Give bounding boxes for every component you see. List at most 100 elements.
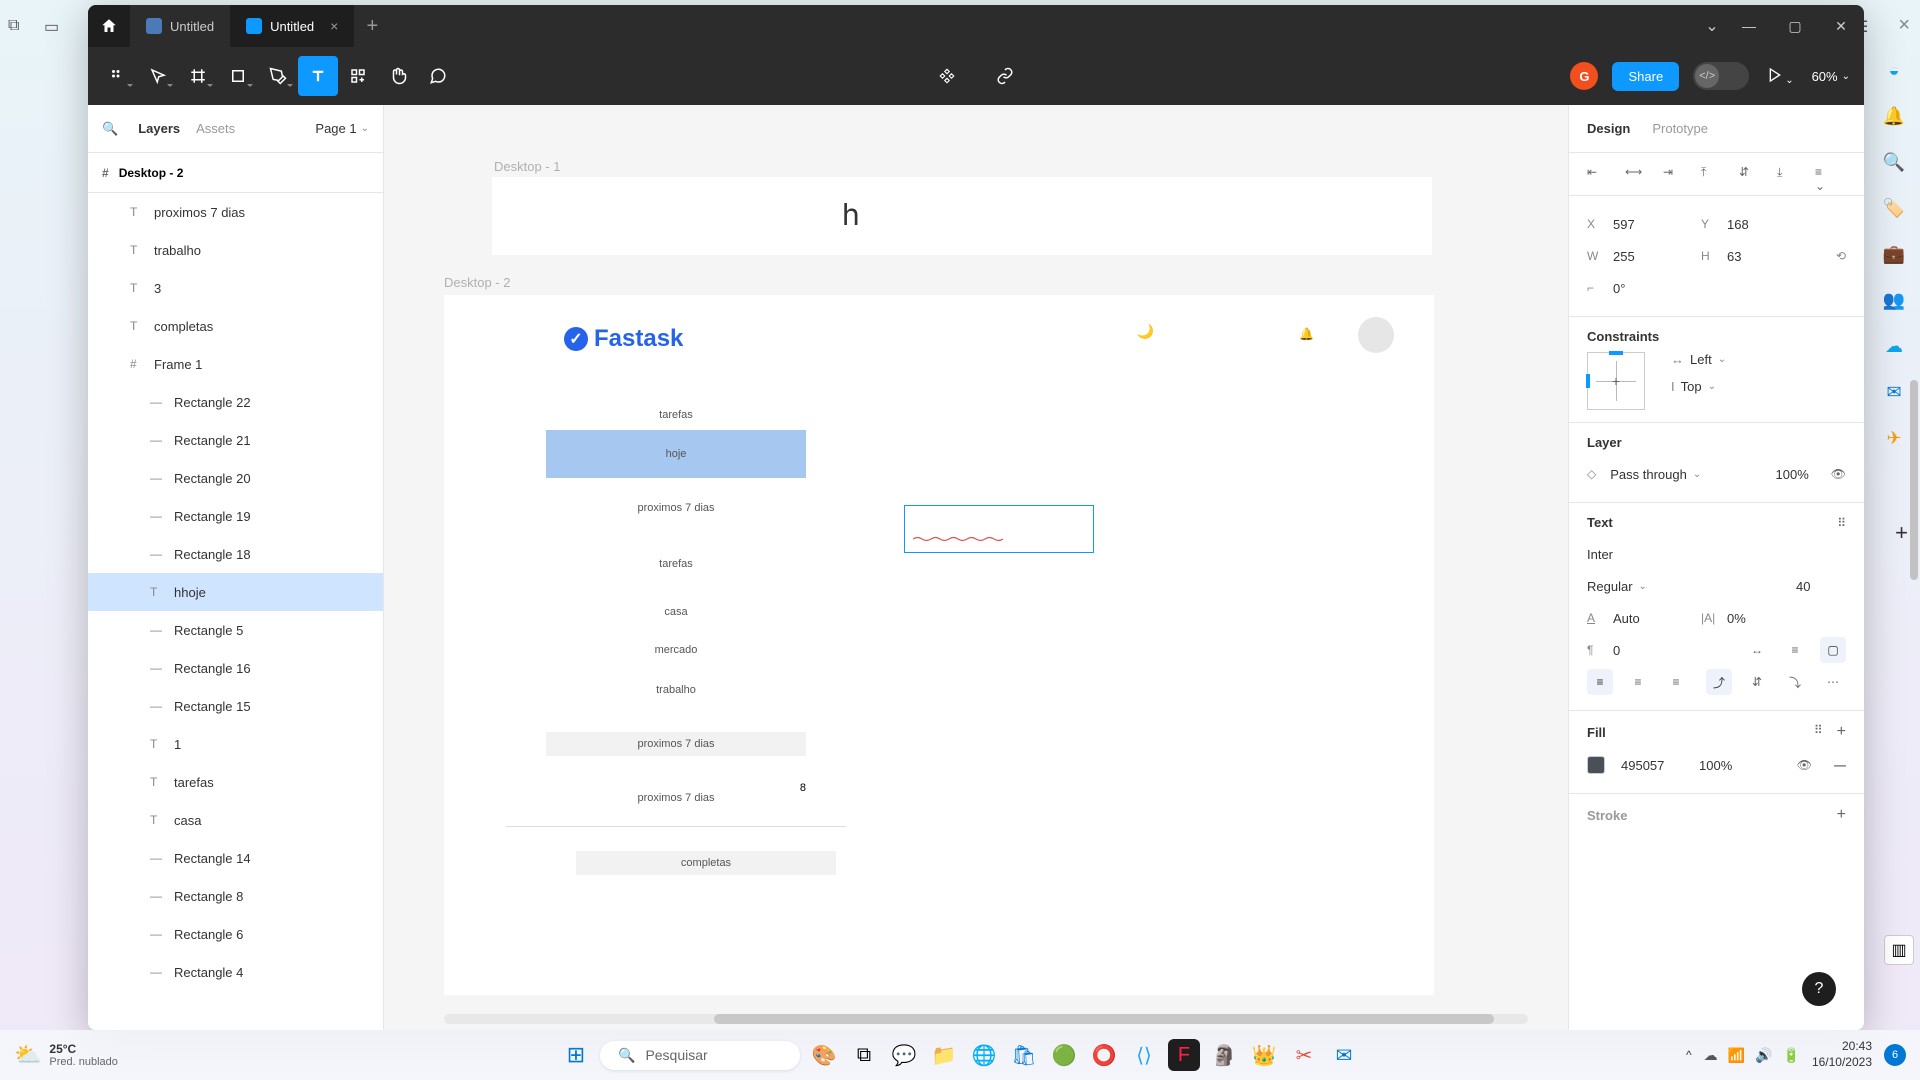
opera-icon[interactable]: ⭕ bbox=[1088, 1039, 1120, 1071]
figma-home-button[interactable] bbox=[88, 5, 130, 47]
component-icon[interactable] bbox=[927, 56, 967, 96]
user-avatar[interactable]: G bbox=[1570, 62, 1598, 90]
pen-tool[interactable] bbox=[258, 56, 298, 96]
start-button[interactable]: ⊞ bbox=[560, 1039, 592, 1071]
align-v-center-icon[interactable]: ⇵ bbox=[1739, 165, 1757, 183]
layer-row[interactable]: —Rectangle 16 bbox=[88, 649, 383, 687]
taskbar-search[interactable]: 🔍 Pesquisar bbox=[600, 1041, 800, 1070]
layer-row[interactable]: #Frame 1 bbox=[88, 345, 383, 383]
assets-tab[interactable]: Assets bbox=[196, 121, 235, 136]
page-selector[interactable]: Page 1⌄ bbox=[315, 121, 369, 136]
v-align-bottom-icon[interactable]: ⤵ bbox=[1782, 669, 1808, 695]
help-button[interactable]: ? bbox=[1802, 972, 1836, 1006]
avatar-placeholder[interactable] bbox=[1358, 317, 1394, 353]
copilot-icon[interactable]: ⧉ bbox=[8, 17, 28, 37]
frame-desktop-2[interactable]: ✓ Fastask 🌙 🔔 tarefas hoje proximos 7 di… bbox=[444, 295, 1434, 995]
sidebar-item-hoje[interactable]: hoje bbox=[546, 430, 806, 478]
prototype-tab[interactable]: Prototype bbox=[1652, 121, 1708, 136]
more-text-options-icon[interactable]: ⋯ bbox=[1820, 669, 1846, 695]
current-frame-row[interactable]: # Desktop - 2 bbox=[88, 153, 383, 193]
explorer-icon[interactable]: 📁 bbox=[928, 1039, 960, 1071]
fill-visibility-icon[interactable]: 👁 bbox=[1797, 758, 1812, 772]
text-align-right-icon[interactable]: ≡ bbox=[1663, 669, 1689, 695]
frame-tool[interactable] bbox=[178, 56, 218, 96]
main-menu-button[interactable] bbox=[98, 56, 138, 96]
layer-row[interactable]: —Rectangle 4 bbox=[88, 953, 383, 991]
system-clock[interactable]: 20:43 16/10/2023 bbox=[1812, 1039, 1872, 1070]
layer-row[interactable]: Tcasa bbox=[88, 801, 383, 839]
move-tool[interactable] bbox=[138, 56, 178, 96]
mail-icon[interactable]: ✉ bbox=[1328, 1039, 1360, 1071]
frame-label-desktop-1[interactable]: Desktop - 1 bbox=[494, 159, 560, 174]
font-family-dropdown[interactable]: Inter bbox=[1587, 547, 1613, 562]
battery-icon[interactable]: 🔋 bbox=[1783, 1047, 1800, 1064]
sidebar-item-mercado[interactable]: mercado bbox=[546, 638, 806, 662]
layer-row[interactable]: —Rectangle 14 bbox=[88, 839, 383, 877]
layer-row[interactable]: —Rectangle 22 bbox=[88, 383, 383, 421]
chrome-icon[interactable]: 🟢 bbox=[1048, 1039, 1080, 1071]
text-align-left-icon[interactable]: ≡ bbox=[1587, 669, 1613, 695]
fill-styles-icon[interactable]: ⠿ bbox=[1814, 723, 1823, 741]
canvas[interactable]: Desktop - 1 Desktop - 2 h ✓ Fastask 🌙 🔔 … bbox=[384, 105, 1568, 1030]
outlook-icon[interactable]: ✉ bbox=[1882, 380, 1906, 404]
layer-row[interactable]: —Rectangle 20 bbox=[88, 459, 383, 497]
minimize-button[interactable]: — bbox=[1726, 5, 1772, 47]
item-proximos-7b[interactable]: proximos 7 dias bbox=[546, 786, 806, 810]
h-value[interactable]: 63 bbox=[1727, 249, 1787, 264]
section-completas[interactable]: completas bbox=[576, 851, 836, 875]
section-proximos-7[interactable]: proximos 7 dias bbox=[546, 732, 806, 756]
devmode-toggle[interactable]: </> bbox=[1693, 62, 1749, 90]
constraints-widget[interactable]: + bbox=[1587, 352, 1645, 410]
wifi-icon[interactable]: 📶 bbox=[1728, 1047, 1745, 1064]
layer-row[interactable]: Tproximos 7 dias bbox=[88, 193, 383, 231]
layer-row[interactable]: —Rectangle 19 bbox=[88, 497, 383, 535]
layer-row[interactable]: —Rectangle 18 bbox=[88, 535, 383, 573]
layer-row[interactable]: Tcompletas bbox=[88, 307, 383, 345]
constraint-h-dropdown[interactable]: ↔Left⌄ bbox=[1671, 352, 1726, 367]
frame-label-desktop-2[interactable]: Desktop - 2 bbox=[444, 275, 510, 290]
fill-hex[interactable]: 495057 bbox=[1621, 758, 1691, 773]
layers-list[interactable]: Tproximos 7 diasTtrabalhoT3Tcompletas#Fr… bbox=[88, 193, 383, 1030]
auto-width-icon[interactable]: ↔ bbox=[1744, 637, 1770, 663]
fixed-size-icon[interactable]: ▢ bbox=[1820, 637, 1846, 663]
fill-opacity[interactable]: 100% bbox=[1699, 758, 1749, 773]
sidebar-item-tarefas[interactable]: tarefas bbox=[546, 552, 806, 576]
comment-tool[interactable] bbox=[418, 56, 458, 96]
align-left-icon[interactable]: ⇤ bbox=[1587, 165, 1605, 183]
layer-row[interactable]: —Rectangle 6 bbox=[88, 915, 383, 953]
sidebar-item-proximos[interactable]: proximos 7 dias bbox=[546, 496, 806, 520]
widgets-icon[interactable]: 🎨 bbox=[808, 1039, 840, 1071]
moon-icon[interactable]: 🌙 bbox=[1137, 323, 1154, 340]
people-icon[interactable]: 👥 bbox=[1882, 288, 1906, 312]
v-align-middle-icon[interactable]: ⇵ bbox=[1744, 669, 1770, 695]
align-h-center-icon[interactable]: ⟷ bbox=[1625, 165, 1643, 183]
paragraph-input[interactable]: 0 bbox=[1613, 643, 1693, 658]
canvas-horizontal-scrollbar[interactable] bbox=[444, 1014, 1528, 1024]
layer-opacity[interactable]: 100% bbox=[1776, 467, 1809, 482]
link-wh-icon[interactable]: ⟲ bbox=[1836, 249, 1846, 263]
line-height-input[interactable]: Auto bbox=[1613, 611, 1693, 626]
tab-untitled-2[interactable]: Untitled × bbox=[230, 5, 354, 47]
overflow-icon[interactable]: ^ bbox=[1686, 1048, 1692, 1062]
edge-icon[interactable]: 🌐 bbox=[968, 1039, 1000, 1071]
shape-tool[interactable] bbox=[218, 56, 258, 96]
remove-fill-icon[interactable]: — bbox=[1834, 758, 1846, 772]
briefcase-icon[interactable]: 💼 bbox=[1882, 242, 1906, 266]
layer-row[interactable]: —Rectangle 21 bbox=[88, 421, 383, 459]
close-tab-icon[interactable]: × bbox=[330, 18, 338, 34]
font-size-input[interactable]: 40 bbox=[1796, 579, 1846, 594]
text-styles-icon[interactable]: ⠿ bbox=[1837, 516, 1846, 530]
x-value[interactable]: 597 bbox=[1613, 217, 1693, 232]
taskview-icon[interactable]: ⧉ bbox=[848, 1039, 880, 1071]
scrollbar-thumb[interactable] bbox=[1910, 380, 1918, 580]
chevron-down-icon[interactable]: ⌄ bbox=[1698, 16, 1726, 36]
constraint-v-dropdown[interactable]: ITop⌄ bbox=[1671, 379, 1726, 394]
maximize-button[interactable]: ▢ bbox=[1772, 5, 1818, 47]
y-value[interactable]: 168 bbox=[1727, 217, 1749, 232]
chat-icon[interactable]: 💬 bbox=[888, 1039, 920, 1071]
hand-tool[interactable] bbox=[378, 56, 418, 96]
onedrive-icon[interactable]: ☁ bbox=[1882, 334, 1906, 358]
app-icon[interactable]: 🗿 bbox=[1208, 1039, 1240, 1071]
volume-icon[interactable]: 🔊 bbox=[1755, 1047, 1772, 1064]
blend-mode-dropdown[interactable]: Pass through⌄ bbox=[1610, 467, 1701, 482]
